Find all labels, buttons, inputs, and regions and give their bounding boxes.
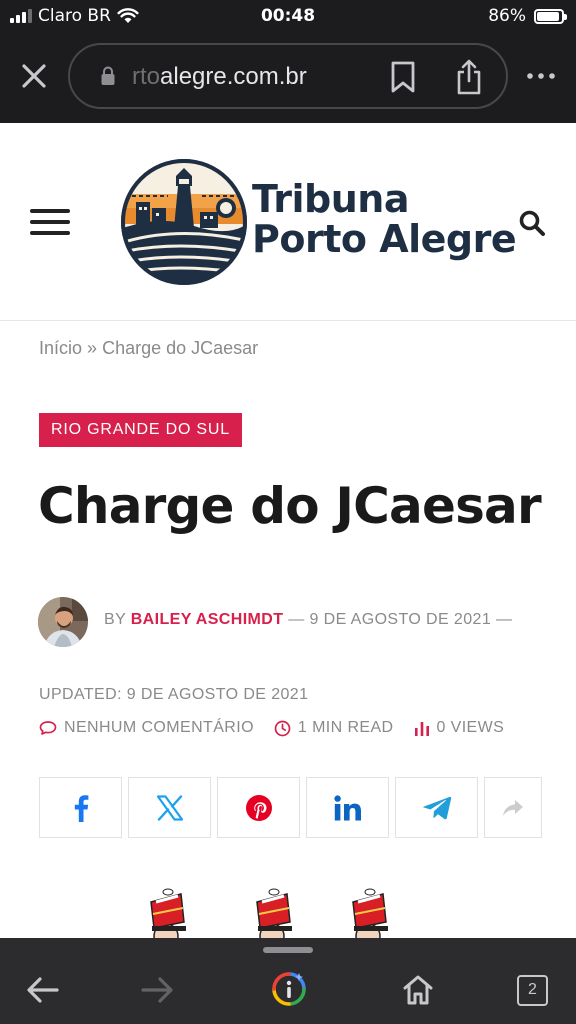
logo-wordmark[interactable]: Tribuna Porto Alegre bbox=[252, 177, 517, 261]
breadcrumb-home-link[interactable]: Início bbox=[39, 338, 82, 358]
sheet-grabber[interactable] bbox=[263, 947, 313, 953]
more-icon[interactable] bbox=[526, 71, 556, 81]
cartoon-figure bbox=[352, 888, 388, 940]
linkedin-icon bbox=[333, 794, 361, 820]
views-chart-icon bbox=[414, 721, 429, 736]
comments-link[interactable]: NENHUM COMENTÁRIO bbox=[39, 719, 254, 737]
share-arrow-icon bbox=[503, 799, 523, 816]
site-header: Tribuna Porto Alegre bbox=[0, 123, 576, 321]
url-faded-part: rto bbox=[132, 63, 161, 90]
share-pinterest-button[interactable] bbox=[217, 777, 300, 838]
article-meta: NENHUM COMENTÁRIO 1 MIN READ 0 VIEWS bbox=[39, 719, 524, 737]
tabs-icon[interactable]: 2 bbox=[517, 975, 548, 1006]
share-linkedin-button[interactable] bbox=[306, 777, 389, 838]
search-icon[interactable] bbox=[518, 209, 546, 237]
views: 0 VIEWS bbox=[414, 719, 505, 737]
clock-icon bbox=[274, 720, 291, 736]
read-time: 1 MIN READ bbox=[274, 719, 394, 737]
lock-icon bbox=[101, 66, 115, 85]
views-count: 0 VIEWS bbox=[436, 719, 505, 736]
logo-emblem[interactable] bbox=[118, 156, 250, 288]
byline: BY BAILEY ASCHIMDT — 9 DE AGOSTO DE 2021… bbox=[104, 611, 512, 629]
comments-count: NENHUM COMENTÁRIO bbox=[64, 719, 254, 736]
close-icon[interactable] bbox=[18, 60, 50, 92]
publish-date: 9 DE AGOSTO DE 2021 bbox=[309, 611, 492, 628]
breadcrumb-current: Charge do JCaesar bbox=[102, 338, 259, 358]
breadcrumb: Início » Charge do JCaesar bbox=[39, 338, 258, 359]
breadcrumb-separator: » bbox=[87, 338, 98, 358]
url-text[interactable]: rtoalegre.com.br bbox=[132, 63, 307, 91]
author-link[interactable]: BAILEY ASCHIMDT bbox=[131, 611, 284, 628]
telegram-icon bbox=[422, 796, 451, 819]
logo-line-1: Tribuna bbox=[252, 177, 409, 221]
byline-dash: — bbox=[288, 611, 305, 628]
battery-percent: 86% bbox=[488, 6, 526, 26]
share-telegram-button[interactable] bbox=[395, 777, 478, 838]
cartoon-figure bbox=[150, 888, 186, 940]
updated-date: 9 DE AGOSTO DE 2021 bbox=[126, 686, 309, 703]
browser-bottom-toolbar: 2 bbox=[0, 938, 576, 1024]
share-more-button[interactable] bbox=[484, 777, 542, 838]
byline-dash-end: — bbox=[495, 611, 513, 628]
status-right: 86% bbox=[488, 6, 567, 26]
assistant-icon[interactable] bbox=[271, 971, 307, 1007]
updated-label: UPDATED: bbox=[39, 686, 122, 703]
facebook-icon bbox=[74, 794, 88, 822]
hamburger-menu-icon[interactable] bbox=[30, 209, 70, 235]
comment-icon bbox=[39, 721, 57, 735]
cartoon-image bbox=[150, 888, 388, 940]
pinterest-icon bbox=[245, 794, 272, 821]
share-facebook-button[interactable] bbox=[39, 777, 122, 838]
byline-by-label: BY bbox=[104, 611, 126, 628]
bookmark-icon[interactable] bbox=[388, 60, 418, 94]
updated-line: UPDATED: 9 DE AGOSTO DE 2021 bbox=[39, 686, 308, 704]
article-title: Charge do JCaesar bbox=[38, 477, 542, 535]
cartoon-figure bbox=[256, 888, 292, 940]
share-icon[interactable] bbox=[454, 58, 484, 96]
author-avatar[interactable] bbox=[38, 597, 88, 647]
address-bar[interactable]: rtoalegre.com.br bbox=[68, 43, 508, 109]
category-badge[interactable]: RIO GRANDE DO SUL bbox=[39, 413, 242, 447]
share-x-button[interactable] bbox=[128, 777, 211, 838]
forward-icon[interactable] bbox=[140, 976, 174, 1004]
x-twitter-icon bbox=[156, 794, 183, 821]
read-time-label: 1 MIN READ bbox=[297, 719, 394, 736]
url-domain: alegre.com.br bbox=[160, 63, 307, 90]
status-bar: Claro BR 00:48 86% bbox=[0, 0, 576, 34]
battery-level bbox=[537, 11, 560, 21]
home-icon[interactable] bbox=[402, 974, 434, 1006]
share-buttons bbox=[39, 777, 542, 838]
back-icon[interactable] bbox=[26, 976, 60, 1004]
logo-line-2: Porto Alegre bbox=[252, 217, 517, 261]
battery-icon bbox=[534, 8, 567, 24]
browser-top-bar: rtoalegre.com.br bbox=[0, 34, 576, 123]
